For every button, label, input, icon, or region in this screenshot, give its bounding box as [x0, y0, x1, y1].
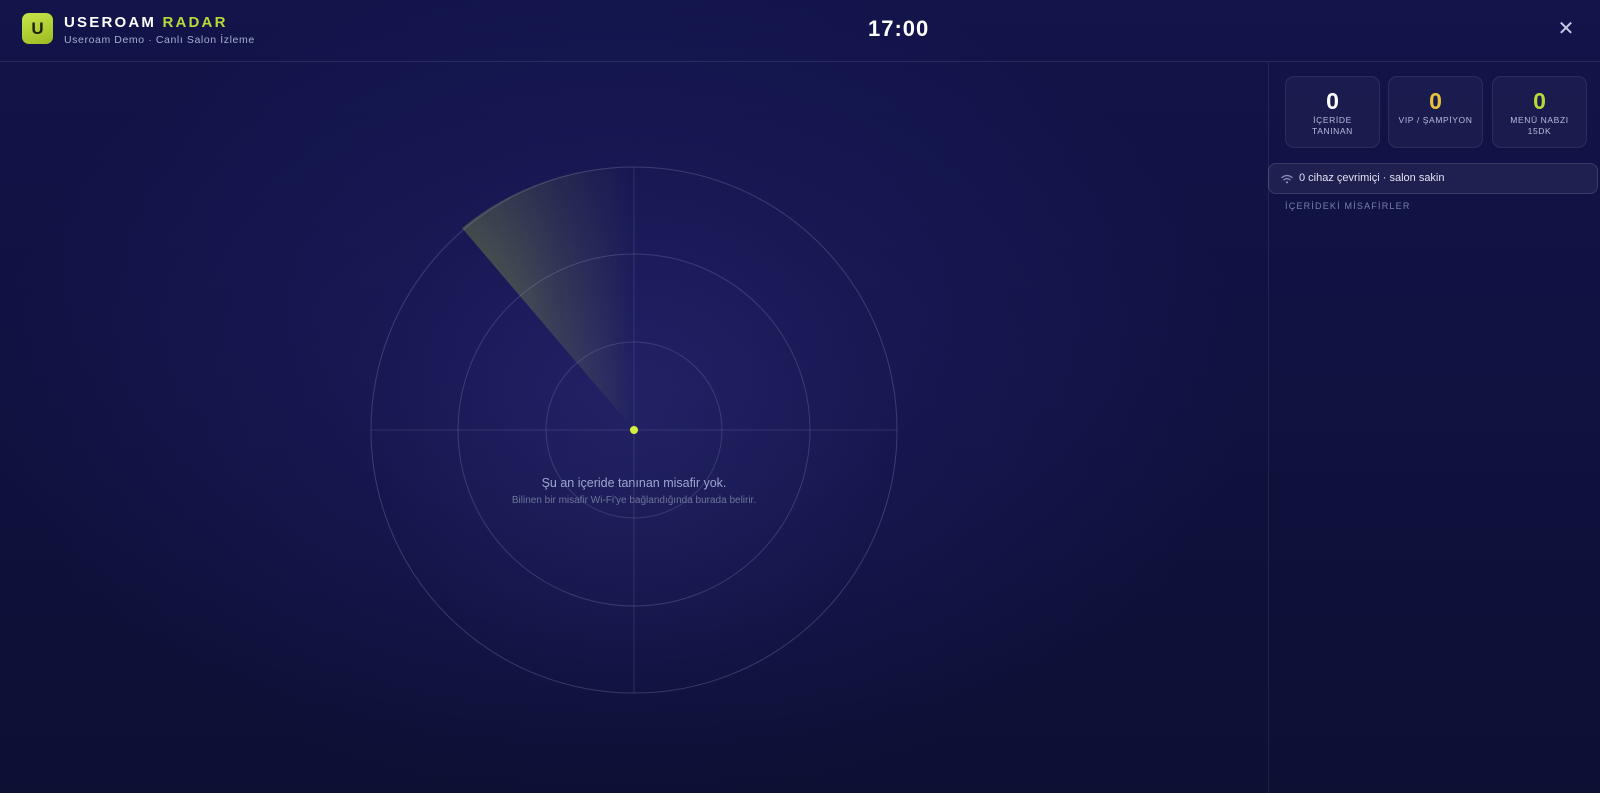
stat-card-recognized: 0 İÇERİDE TANINAN	[1285, 76, 1380, 148]
close-button[interactable]: ✕	[1556, 19, 1576, 39]
radar-area: Şu an içeride tanınan misafir yok. Bilin…	[0, 62, 1268, 793]
radar-graphic	[370, 166, 898, 694]
device-status-bar: 0 cihaz çevrimiçi · salon sakin	[1268, 163, 1598, 194]
stat-value: 0	[1429, 88, 1442, 114]
stat-label: İÇERİDE TANINAN	[1312, 115, 1353, 136]
radar-center-dot	[630, 426, 638, 434]
close-icon: ✕	[1557, 18, 1575, 40]
clock: 17:00	[868, 16, 930, 41]
app-title: USEROAM RADAR	[64, 14, 228, 31]
stat-label: MENÜ NABZI 15DK	[1510, 115, 1569, 136]
app-logo: U	[22, 13, 53, 44]
top-bar: U USEROAM RADAR Useroam Demo · Canlı Sal…	[0, 0, 1600, 62]
guests-section-label: İÇERİDEKİ MİSAFİRLER	[1285, 201, 1411, 211]
stat-value: 0	[1533, 88, 1546, 114]
wifi-icon	[1281, 174, 1293, 184]
empty-state-subtitle: Bilinen bir misafir Wi-Fi'ye bağlandığın…	[511, 495, 757, 506]
venue-subtitle: Useroam Demo · Canlı Salon İzleme	[64, 34, 255, 46]
brand-main: USEROAM	[64, 14, 157, 31]
stat-value: 0	[1326, 88, 1339, 114]
brand-accent: RADAR	[162, 14, 228, 31]
device-status-text: 0 cihaz çevrimiçi · salon sakin	[1299, 172, 1445, 184]
stat-card-menu-pulse: 0 MENÜ NABZI 15DK	[1492, 76, 1587, 148]
empty-state-title: Şu an içeride tanınan misafir yok.	[541, 476, 727, 490]
stat-card-vip: 0 VIP / ŞAMPİYON	[1388, 76, 1483, 148]
stat-label: VIP / ŞAMPİYON	[1398, 115, 1473, 125]
